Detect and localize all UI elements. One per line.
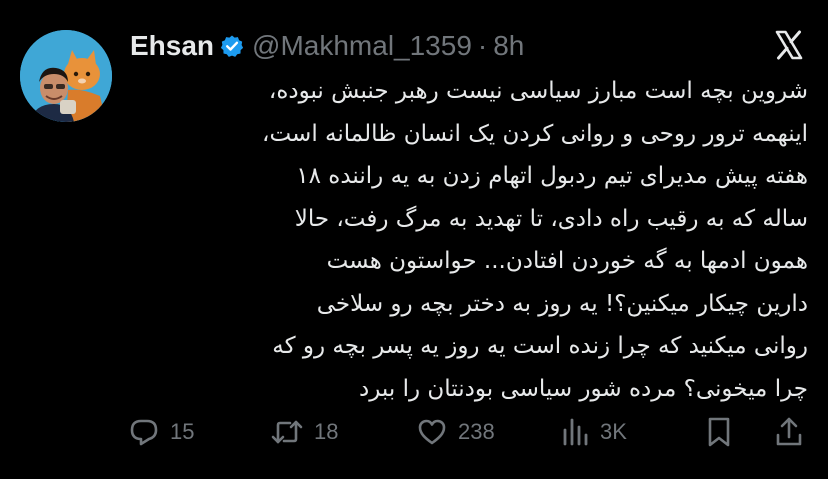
tweet-header: Ehsan @Makhmal_1359 · 8h [130,28,524,64]
tweet-text: شروین بچه است مبارز سیاسی نیست رهبر جنبش… [262,78,808,402]
heart-icon [416,416,448,448]
like-button[interactable]: 238 [416,412,495,452]
avatar-image [20,30,112,122]
timestamp[interactable]: 8h [493,30,524,62]
avatar[interactable] [20,30,112,122]
bookmark-button[interactable] [704,412,734,452]
retweet-count: 18 [314,419,339,444]
share-icon [774,415,804,449]
display-name[interactable]: Ehsan [130,30,214,62]
retweet-icon [270,416,304,448]
tweet-card[interactable]: Ehsan @Makhmal_1359 · 8h شروین بچه است م… [0,0,828,479]
views-chart-icon [560,416,590,448]
x-logo-icon[interactable] [774,30,804,60]
user-handle[interactable]: @Makhmal_1359 [252,30,472,62]
views-count: 3K [600,419,627,444]
views-button[interactable]: 3K [560,412,627,452]
separator-dot: · [477,30,488,61]
like-count: 238 [458,419,495,444]
share-button[interactable] [774,412,804,452]
reply-icon [128,416,160,448]
tweet-actions: 15 18 238 3K [128,412,808,452]
verified-badge-icon [220,34,244,58]
reply-count: 15 [170,419,195,444]
bookmark-icon [704,415,734,449]
retweet-button[interactable]: 18 [270,412,338,452]
reply-button[interactable]: 15 [128,412,194,452]
